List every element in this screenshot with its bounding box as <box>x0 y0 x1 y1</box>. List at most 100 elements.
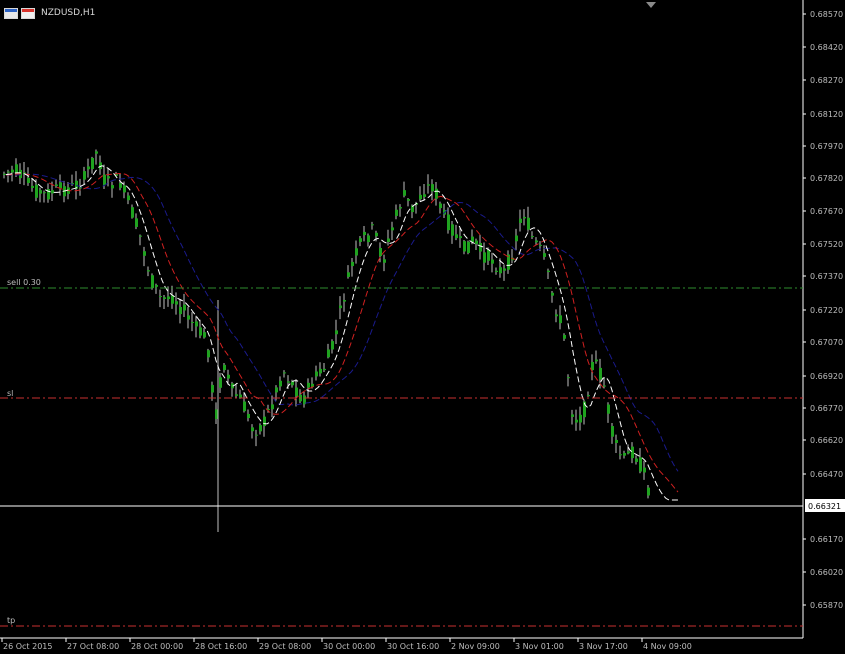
candle-body <box>407 199 410 201</box>
candle-body <box>487 249 490 261</box>
time-axis-label: 2 Nov 09:00 <box>451 642 500 651</box>
candle-body <box>183 304 186 311</box>
candle-body <box>295 387 298 397</box>
price-chart[interactable]: sell 0.30 sl tp 0.66321 0.685700.684200.… <box>0 0 845 654</box>
candle-body <box>471 236 474 243</box>
price-axis-label: 0.67520 <box>810 240 843 249</box>
candle-body <box>627 451 630 454</box>
candle-body <box>459 236 462 239</box>
candle-body <box>495 270 498 272</box>
candle-body <box>367 235 370 243</box>
candle-body <box>191 321 194 323</box>
candle-body <box>179 306 182 315</box>
candle-body <box>187 315 190 320</box>
price-axis: 0.68570 0.68420 0.68270 0.68120 0.67970 0.678… <box>803 10 843 610</box>
candlestick-series <box>3 149 650 532</box>
time-axis-label: 3 Nov 01:00 <box>515 642 564 651</box>
candle-body <box>479 242 482 252</box>
candle-body <box>55 184 58 186</box>
candle-body <box>135 218 138 227</box>
candle-body <box>195 321 198 327</box>
time-axis-label: 30 Oct 16:00 <box>387 642 439 651</box>
candle-body <box>347 272 350 277</box>
time-axis-label: 28 Oct 16:00 <box>195 642 247 651</box>
candle-body <box>139 235 142 237</box>
candle-body <box>427 184 430 186</box>
current-price-value: 0.66321 <box>808 502 841 511</box>
candle-body <box>503 268 506 271</box>
price-axis-label: 0.66620 <box>810 436 843 445</box>
candle-body <box>403 190 406 196</box>
price-axis-label: 0.66020 <box>810 568 843 577</box>
candle-body <box>287 381 290 383</box>
candle-body <box>515 235 518 242</box>
price-axis-label: 0.67070 <box>810 338 843 347</box>
candle-body <box>555 314 558 317</box>
candle-body <box>595 359 598 362</box>
candle-body <box>223 364 226 371</box>
candle-body <box>103 174 106 186</box>
candle-body <box>3 173 6 175</box>
candle-body <box>475 240 478 245</box>
candle-body <box>531 236 534 238</box>
candle-body <box>175 301 178 305</box>
candle-body <box>355 248 358 256</box>
candle-body <box>271 404 274 410</box>
candle-body <box>239 394 242 398</box>
price-axis-label: 0.67370 <box>810 272 843 281</box>
candle-body <box>587 395 590 397</box>
price-axis-label: 0.67670 <box>810 207 843 216</box>
time-axis-label: 28 Oct 00:00 <box>131 642 183 651</box>
candle-body <box>83 171 86 180</box>
candle-body <box>87 166 90 170</box>
candle-body <box>491 259 494 264</box>
candle-body <box>79 187 82 189</box>
price-axis-label: 0.68420 <box>810 43 843 52</box>
price-axis-label: 0.68120 <box>810 110 843 119</box>
candle-body <box>315 371 318 377</box>
candle-body <box>463 241 466 252</box>
candle-body <box>123 185 126 193</box>
candle-body <box>467 241 470 253</box>
candle-body <box>547 270 550 273</box>
candle-body <box>127 195 130 201</box>
candle-body <box>7 171 10 173</box>
candle-body <box>199 327 202 336</box>
candle-body <box>323 368 326 371</box>
candle-body <box>543 253 546 257</box>
moving-average-slow <box>6 173 679 472</box>
price-axis-label: 0.67820 <box>810 174 843 183</box>
price-axis-label: 0.67220 <box>810 306 843 315</box>
candle-body <box>259 425 262 432</box>
candle-body <box>435 188 438 199</box>
candle-body <box>251 427 254 432</box>
candle-body <box>451 224 454 236</box>
candle-body <box>563 334 566 339</box>
candle-body <box>527 217 530 230</box>
candle-body <box>519 218 522 223</box>
sell-order-label: sell 0.30 <box>7 278 41 287</box>
candle-body <box>163 297 166 299</box>
candle-body <box>535 240 538 243</box>
candle-body <box>399 207 402 209</box>
candle-body <box>375 232 378 237</box>
candle-body <box>575 419 578 423</box>
price-axis-label: 0.65870 <box>810 601 843 610</box>
candle-body <box>647 487 650 496</box>
candle-body <box>107 176 110 179</box>
candle-body <box>15 164 18 174</box>
candle-body <box>171 295 174 304</box>
candle-body <box>143 251 146 256</box>
candle-body <box>371 224 374 226</box>
candle-body <box>359 238 362 242</box>
time-axis-label: 30 Oct 00:00 <box>323 642 375 651</box>
price-axis-label: 0.68270 <box>810 76 843 85</box>
candle-body <box>635 458 638 462</box>
candle-body <box>27 177 30 184</box>
candle-body <box>455 234 458 239</box>
time-axis: 26 Oct 2015 27 Oct 08:00 28 Oct 00:00 28 Oc… <box>1 638 692 651</box>
candle-body <box>159 296 162 298</box>
candle-body <box>35 184 38 198</box>
candle-body <box>539 244 542 246</box>
candle-body <box>343 300 346 302</box>
